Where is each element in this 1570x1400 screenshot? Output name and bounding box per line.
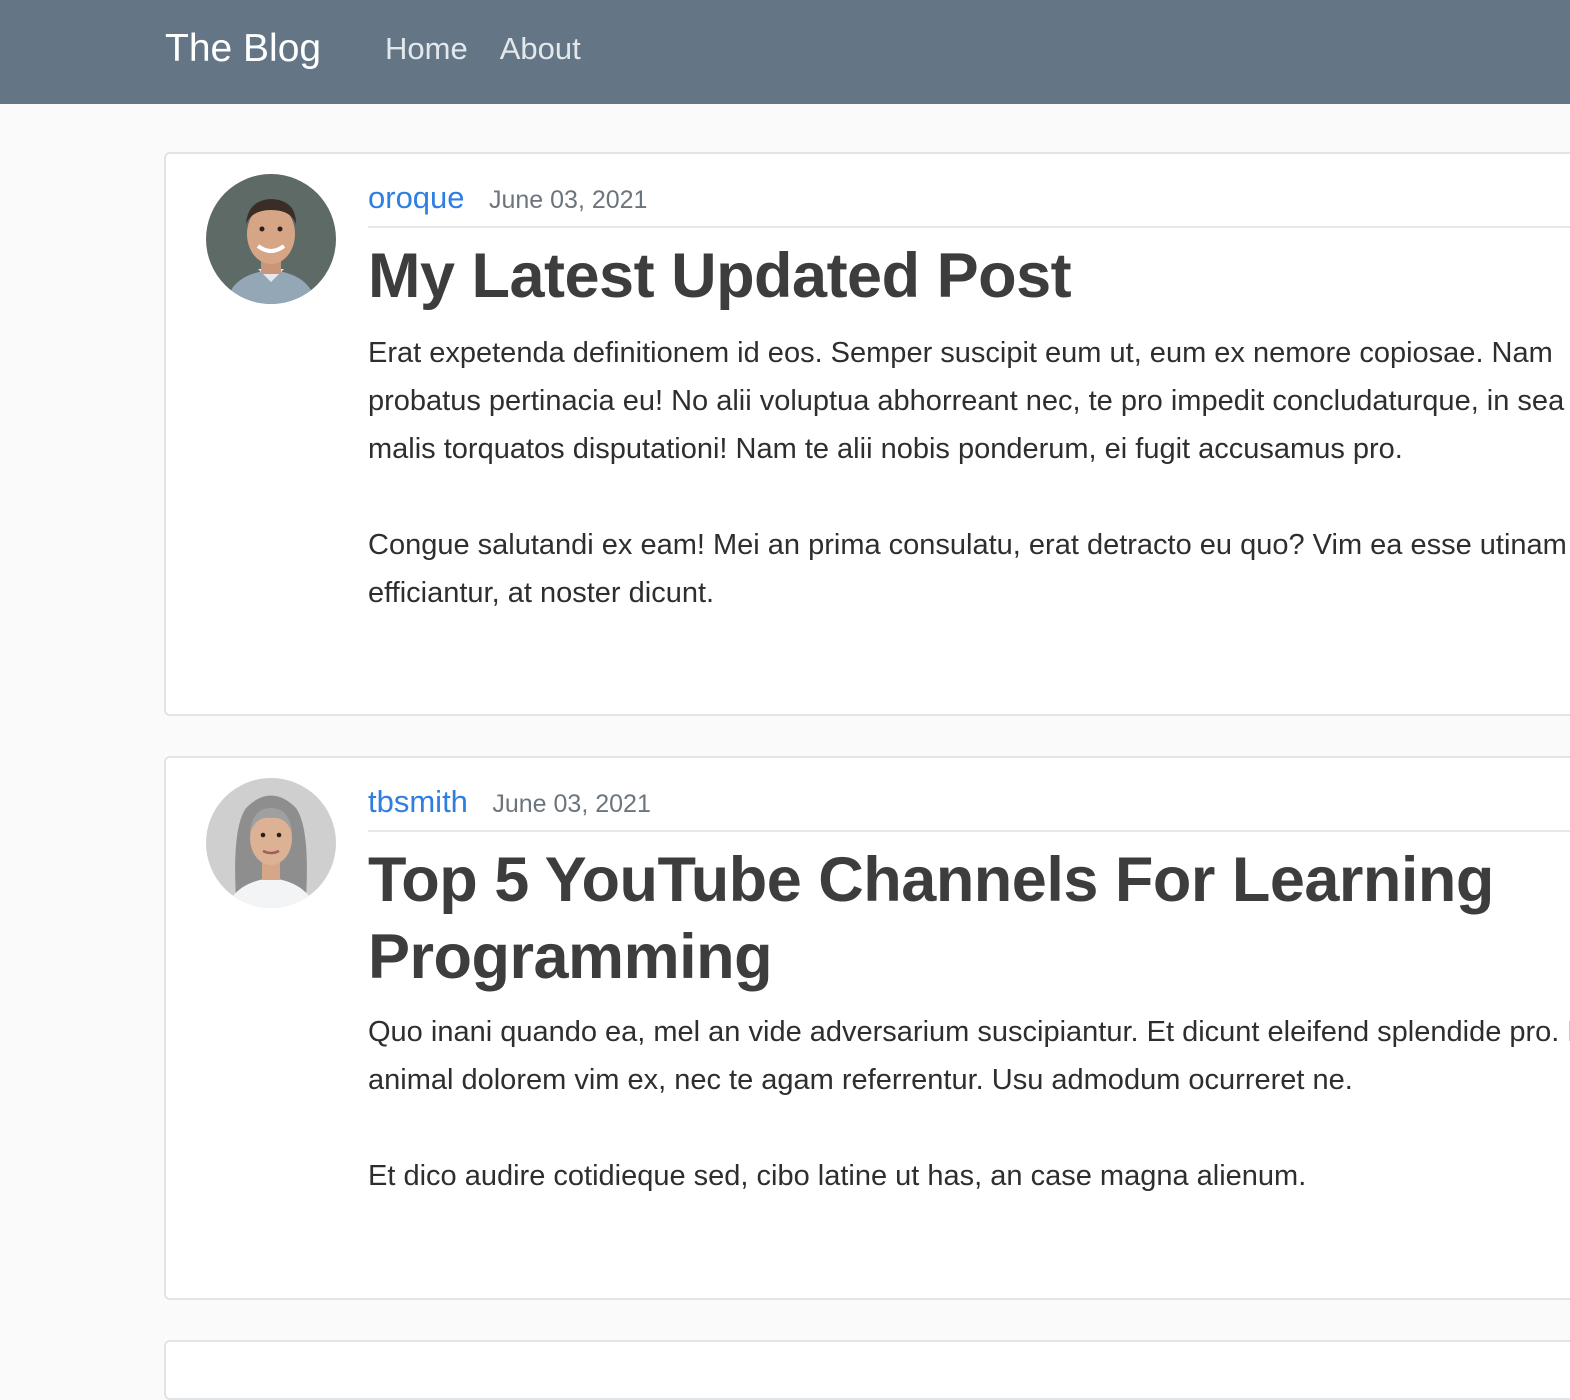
nav-links: Home About (385, 28, 581, 70)
author-avatar (206, 174, 336, 304)
top-navbar: The Blog Home About (0, 0, 1570, 104)
post-content: Quo inani quando ea, mel an vide adversa… (368, 1016, 1570, 1192)
post-title-link[interactable]: My Latest Updated Post (368, 238, 1558, 315)
post-card: oroque June 03, 2021 My Latest Updated P… (164, 152, 1570, 716)
post-card: tbsmith June 03, 2021 Top 5 YouTube Chan… (164, 756, 1570, 1300)
post-title-link[interactable]: Top 5 YouTube Channels For Learning Prog… (368, 842, 1558, 996)
author-link[interactable]: tbsmith (368, 784, 468, 819)
post-date: June 03, 2021 (488, 186, 648, 214)
author-link[interactable]: oroque (368, 180, 465, 215)
post-meta: tbsmith June 03, 2021 (368, 784, 1570, 832)
post-date: June 03, 2021 (492, 790, 651, 818)
post-meta: oroque June 03, 2021 (368, 180, 1570, 228)
brand-link[interactable]: The Blog (165, 24, 321, 74)
post-card-partial (164, 1340, 1570, 1400)
post-content: Erat expetenda definitionem id eos. Semp… (368, 337, 1567, 609)
nav-home-link[interactable]: Home (385, 28, 468, 70)
nav-about-link[interactable]: About (500, 28, 581, 70)
author-avatar (206, 778, 336, 908)
